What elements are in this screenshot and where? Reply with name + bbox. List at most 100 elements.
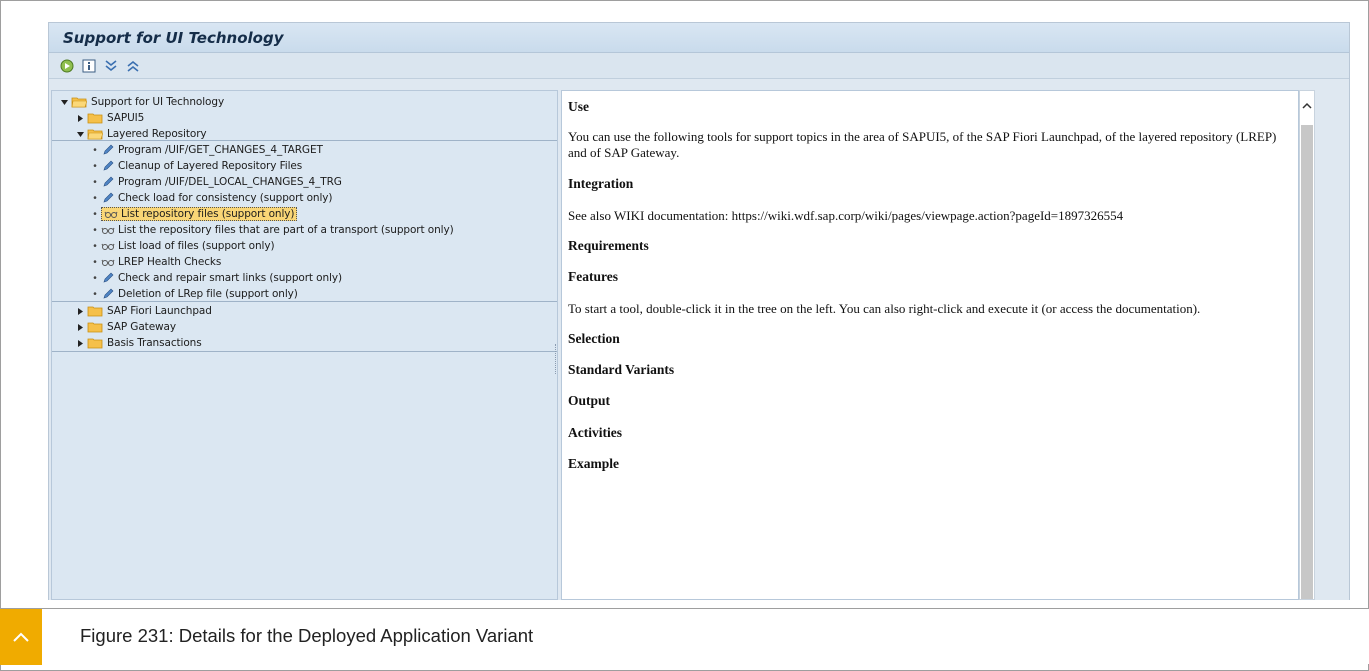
heading-standard-variants: Standard Variants xyxy=(568,362,675,377)
tree-item-smart-links[interactable]: • Check and repair smart links (support … xyxy=(92,270,342,286)
caret-right-icon[interactable] xyxy=(76,114,85,123)
bullet: • xyxy=(93,192,97,204)
content-area: Support for UI Technology SAPUI5 Layered… xyxy=(49,89,1349,600)
tree-label: Cleanup of Layered Repository Files xyxy=(118,160,303,172)
bullet: • xyxy=(93,240,97,252)
glasses-icon xyxy=(104,208,118,220)
folder-open-icon xyxy=(71,97,87,108)
bullet: • xyxy=(93,160,97,172)
heading-requirements: Requirements xyxy=(568,238,649,253)
tree-label: SAP Fiori Launchpad xyxy=(107,305,212,317)
collapse-all-icon xyxy=(127,60,139,72)
scroll-thumb[interactable] xyxy=(1301,125,1313,599)
tree-label: Deletion of LRep file (support only) xyxy=(118,288,298,300)
figure-caption: Figure 231: Details for the Deployed App… xyxy=(80,625,534,646)
tree-label: Layered Repository xyxy=(107,128,207,140)
title-bar: Support for UI Technology xyxy=(49,23,1349,53)
tree-node-sapui5[interactable]: SAPUI5 xyxy=(76,110,144,126)
tree-label: Check load for consistency (support only… xyxy=(118,192,333,204)
heading-integration: Integration xyxy=(568,176,634,191)
toolbar xyxy=(49,53,1349,79)
collapse-caption-button[interactable] xyxy=(0,609,42,665)
text-features: To start a tool, double-click it in the … xyxy=(568,301,1201,316)
glasses-icon xyxy=(101,256,115,268)
glasses-icon xyxy=(101,240,115,252)
tree-pane[interactable]: Support for UI Technology SAPUI5 Layered… xyxy=(51,90,558,600)
sap-window: Support for UI Technology Support for UI… xyxy=(48,22,1350,600)
tree-node-sap-gateway[interactable]: SAP Gateway xyxy=(76,319,176,335)
text-integration: See also WIKI documentation: https://wik… xyxy=(568,208,1124,223)
tree-label: Program /UIF/GET_CHANGES_4_TARGET xyxy=(118,144,323,156)
expand-all-icon xyxy=(105,59,117,71)
tree-item-lrep-health-checks[interactable]: • LREP Health Checks xyxy=(92,254,221,270)
folder-icon xyxy=(87,338,103,349)
tree-label: Check and repair smart links (support on… xyxy=(118,272,342,284)
pane-splitter[interactable] xyxy=(558,90,560,600)
tree-item-deletion-lrep[interactable]: • Deletion of LRep file (support only) xyxy=(92,286,298,302)
tree-item-list-repository-files[interactable]: • List repository files (support only) xyxy=(92,206,298,222)
tree-item-del-local-changes[interactable]: • Program /UIF/DEL_LOCAL_CHANGES_4_TRG xyxy=(92,174,342,190)
expand-all-button[interactable] xyxy=(103,58,119,74)
bullet: • xyxy=(93,256,97,268)
caret-right-icon[interactable] xyxy=(76,323,85,332)
pencil-icon xyxy=(101,272,115,284)
tree-node-fiori-launchpad[interactable]: SAP Fiori Launchpad xyxy=(76,303,212,319)
bullet: • xyxy=(93,176,97,188)
tree-label: List the repository files that are part … xyxy=(118,224,454,236)
tree-label: List repository files (support only) xyxy=(121,208,295,220)
pencil-icon xyxy=(101,176,115,188)
pencil-icon xyxy=(101,192,115,204)
heading-use: Use xyxy=(568,99,589,114)
tree-label: SAPUI5 xyxy=(107,112,145,124)
bullet: • xyxy=(93,288,97,300)
heading-example: Example xyxy=(568,456,620,471)
tree-item-get-changes[interactable]: • Program /UIF/GET_CHANGES_4_TARGET xyxy=(92,142,323,158)
folder-open-icon xyxy=(87,129,103,140)
tree-node-basis-transactions[interactable]: Basis Transactions xyxy=(76,335,202,351)
tree-label: LREP Health Checks xyxy=(118,256,222,268)
heading-selection: Selection xyxy=(568,331,620,346)
collapse-all-button[interactable] xyxy=(125,58,141,74)
heading-output: Output xyxy=(568,393,611,408)
pencil-icon xyxy=(101,144,115,156)
chevron-up-icon xyxy=(13,632,29,642)
caret-right-icon[interactable] xyxy=(76,307,85,316)
figure-caption-bar: Figure 231: Details for the Deployed App… xyxy=(0,608,1369,665)
folder-icon xyxy=(87,113,103,124)
tree-label: Support for UI Technology xyxy=(91,96,225,108)
heading-activities: Activities xyxy=(568,425,622,440)
execute-button[interactable] xyxy=(59,58,75,74)
pencil-icon xyxy=(101,288,115,300)
bullet: • xyxy=(93,272,97,284)
tree-separator xyxy=(52,301,557,302)
tree-item-list-load[interactable]: • List load of files (support only) xyxy=(92,238,274,254)
caret-right-icon[interactable] xyxy=(76,339,85,348)
documentation-pane: Use You can use the following tools for … xyxy=(561,90,1299,600)
selected-item-highlight[interactable]: List repository files (support only) xyxy=(101,207,298,221)
scroll-up-icon[interactable] xyxy=(1300,99,1314,111)
folder-icon xyxy=(87,322,103,333)
tree-separator xyxy=(52,351,557,352)
bullet: • xyxy=(93,144,97,156)
tree-item-cleanup[interactable]: • Cleanup of Layered Repository Files xyxy=(92,158,302,174)
tree-label: SAP Gateway xyxy=(107,321,176,333)
pencil-icon xyxy=(101,160,115,172)
tree-item-list-transport-files[interactable]: • List the repository files that are par… xyxy=(92,222,454,238)
doc-scrollbar[interactable] xyxy=(1299,90,1315,600)
splitter-grip[interactable] xyxy=(555,344,557,374)
caret-down-icon[interactable] xyxy=(60,98,69,107)
bullet: • xyxy=(93,224,97,236)
folder-icon xyxy=(87,306,103,317)
heading-features: Features xyxy=(568,269,618,284)
tree-item-check-load[interactable]: • Check load for consistency (support on… xyxy=(92,190,332,206)
window-title: Support for UI Technology xyxy=(63,28,284,47)
info-icon xyxy=(82,59,96,72)
text-use: You can use the following tools for supp… xyxy=(568,129,1277,160)
tree-label: Basis Transactions xyxy=(107,337,202,349)
caret-down-icon[interactable] xyxy=(76,130,85,139)
execute-icon xyxy=(60,59,74,72)
info-button[interactable] xyxy=(81,58,97,74)
tree-label: Program /UIF/DEL_LOCAL_CHANGES_4_TRG xyxy=(118,176,342,188)
bullet: • xyxy=(93,208,97,220)
tree-node-root[interactable]: Support for UI Technology xyxy=(60,94,224,110)
